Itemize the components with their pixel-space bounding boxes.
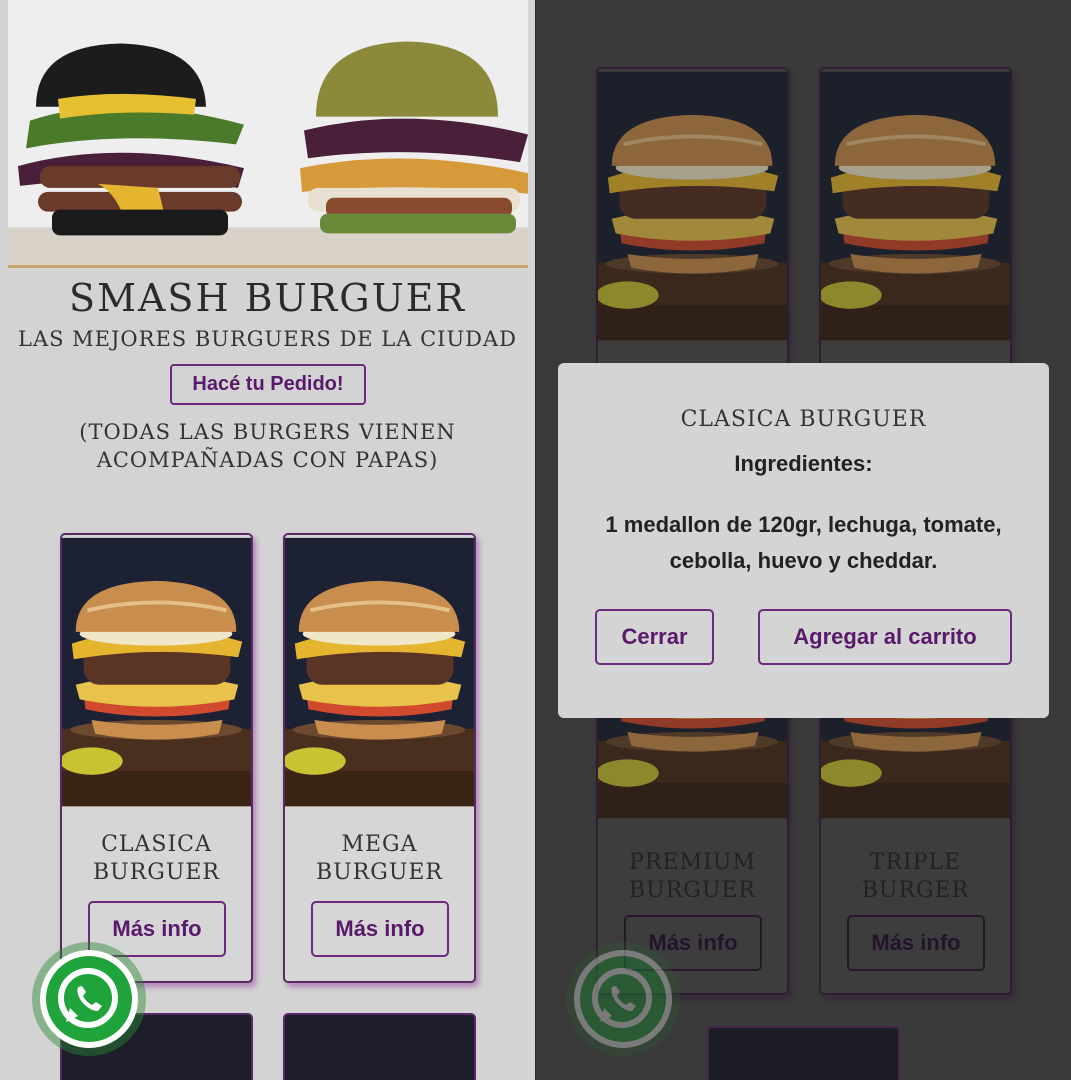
modal-screen: PREMIUM BURGUER Más info TRIPLE BURGER M…	[536, 0, 1071, 1080]
product-name-line-1: TRIPLE	[869, 850, 962, 875]
product-info-modal: CLASICA BURGUER Ingredientes: 1 medallon…	[558, 363, 1049, 718]
fries-note-line-1: (TODAS LAS BURGERS VIENEN	[79, 420, 456, 444]
add-to-cart-button[interactable]: Agregar al carrito	[758, 609, 1012, 665]
product-name-line-2: BURGUER	[92, 860, 220, 885]
fries-note-line-2: ACOMPAÑADAS CON PAPAS)	[96, 448, 439, 472]
order-button[interactable]: Hacé tu Pedido!	[170, 364, 366, 405]
ingredients-description: 1 medallon de 120gr, lechuga, tomate, ce…	[605, 512, 1002, 573]
burger-photo	[598, 69, 787, 343]
product-name: CLASICA BURGUER	[62, 831, 251, 887]
burger-photo	[62, 535, 251, 809]
burger-photo	[821, 69, 1010, 343]
product-name: PREMIUM BURGUER	[598, 849, 787, 905]
menu-screen: SMASH BURGUER LAS MEJORES BURGUERS DE LA…	[0, 0, 535, 1080]
more-info-button[interactable]: Más info	[311, 901, 449, 957]
whatsapp-icon[interactable]	[30, 940, 148, 1058]
ingredients-heading: Ingredientes:	[734, 451, 873, 476]
product-card-partial	[283, 1013, 476, 1080]
product-name-line-2: BURGUER	[315, 860, 443, 885]
close-button[interactable]: Cerrar	[595, 609, 714, 665]
more-info-button[interactable]: Más info	[847, 915, 985, 971]
product-name-line-2: BURGER	[861, 878, 970, 903]
burger-photo	[285, 535, 474, 809]
fries-note: (TODAS LAS BURGERS VIENEN ACOMPAÑADAS CO…	[40, 418, 495, 474]
product-card-mega: MEGA BURGUER Más info	[283, 533, 476, 983]
product-card-clasica: CLASICA BURGUER Más info	[60, 533, 253, 983]
whatsapp-icon[interactable]	[564, 940, 682, 1058]
product-name: MEGA BURGUER	[285, 831, 474, 887]
product-name: TRIPLE BURGER	[821, 849, 1010, 905]
product-name-line-1: MEGA	[341, 832, 418, 857]
product-name-line-1: PREMIUM	[629, 850, 756, 875]
modal-title: CLASICA BURGUER	[680, 407, 927, 432]
brand-title: SMASH BURGUER	[69, 276, 466, 320]
brand-subtitle: LAS MEJORES BURGUERS DE LA CIUDAD	[18, 327, 517, 351]
product-name-line-1: CLASICA	[101, 832, 212, 857]
hero-burgers-image	[8, 0, 528, 268]
product-name-line-2: BURGUER	[628, 878, 756, 903]
product-card-partial	[707, 1026, 900, 1080]
